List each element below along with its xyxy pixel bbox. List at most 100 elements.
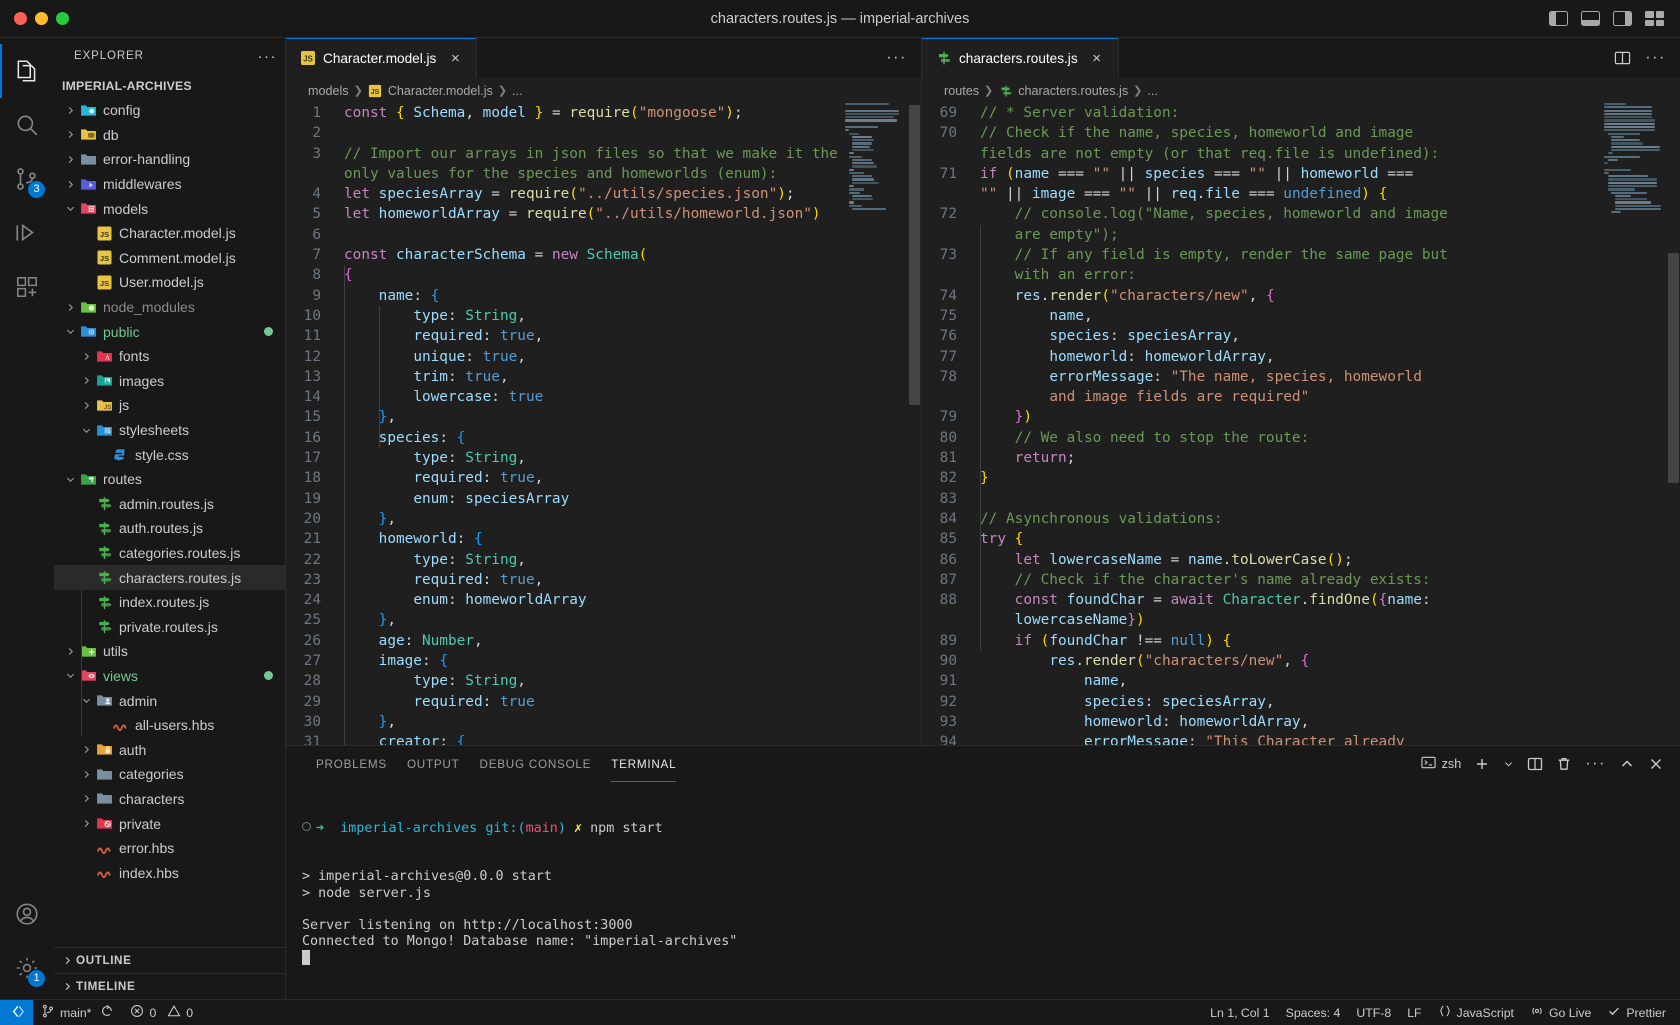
breadcrumb-symbol[interactable]: ... bbox=[512, 84, 523, 98]
panel-tab-problems[interactable]: PROBLEMS bbox=[306, 746, 397, 782]
code-line[interactable]: 76 species: speciesArray, bbox=[922, 326, 1680, 346]
tree-folder-routes[interactable]: routes bbox=[54, 467, 285, 492]
code-line[interactable]: 90 res.render("characters/new", { bbox=[922, 651, 1680, 671]
code-line[interactable]: 2 bbox=[286, 123, 921, 143]
customize-layout-icon[interactable] bbox=[1645, 11, 1664, 26]
terminal-output[interactable]: ➜ imperial-archives git:(main) ✗ npm sta… bbox=[286, 782, 1680, 999]
code-line[interactable]: 83 bbox=[922, 489, 1680, 509]
tree-folder-images[interactable]: images bbox=[54, 369, 285, 394]
sidebar-section-outline[interactable]: OUTLINE bbox=[54, 947, 285, 973]
code-line[interactable]: 79 }) bbox=[922, 407, 1680, 427]
tree-folder-stylesheets[interactable]: stylesheets bbox=[54, 418, 285, 443]
status-problems[interactable]: 0 0 bbox=[122, 1000, 201, 1025]
tree-folder-node-modules[interactable]: node_modules bbox=[54, 295, 285, 320]
toggle-panel-icon[interactable] bbox=[1581, 11, 1600, 26]
breadcrumb-left[interactable]: models ❯ JS Character.model.js ❯ ... bbox=[286, 78, 921, 103]
breadcrumb-file[interactable]: characters.routes.js bbox=[1018, 84, 1128, 98]
status-language-mode[interactable]: JavaScript bbox=[1430, 1000, 1522, 1025]
tree-file-index-routes-js[interactable]: index.routes.js bbox=[54, 590, 285, 615]
activity-accounts[interactable] bbox=[0, 887, 54, 941]
activity-search[interactable] bbox=[0, 98, 54, 152]
code-line[interactable]: 4 let speciesArray = require("../utils/sp… bbox=[286, 184, 921, 204]
vertical-scrollbar-right[interactable] bbox=[1666, 103, 1680, 745]
code-line[interactable]: 15 }, bbox=[286, 407, 921, 427]
file-tree[interactable]: IMPERIAL-ARCHIVES config db error-handling… bbox=[54, 74, 285, 947]
status-eol[interactable]: LF bbox=[1399, 1000, 1429, 1025]
tree-folder-auth[interactable]: auth bbox=[54, 737, 285, 762]
close-panel-icon[interactable] bbox=[1648, 756, 1664, 772]
tree-folder-views[interactable]: views bbox=[54, 664, 285, 689]
breadcrumb-folder[interactable]: models bbox=[308, 84, 349, 98]
code-line[interactable]: 13 trim: true, bbox=[286, 367, 921, 387]
code-line[interactable]: 14 lowercase: true bbox=[286, 387, 921, 407]
close-icon[interactable]: × bbox=[445, 48, 465, 68]
breadcrumb-symbol[interactable]: ... bbox=[1147, 84, 1158, 98]
activity-explorer[interactable] bbox=[0, 44, 54, 98]
code-line[interactable]: 22 type: String, bbox=[286, 550, 921, 570]
code-line[interactable]: 7 const characterSchema = new Schema( bbox=[286, 245, 921, 265]
status-encoding[interactable]: UTF-8 bbox=[1348, 1000, 1399, 1025]
tree-file-style-css[interactable]: style.css bbox=[54, 442, 285, 467]
code-line[interactable]: 17 type: String, bbox=[286, 448, 921, 468]
code-line[interactable]: 85 try { bbox=[922, 529, 1680, 549]
code-line[interactable]: 20 }, bbox=[286, 509, 921, 529]
status-cursor-position[interactable]: Ln 1, Col 1 bbox=[1202, 1000, 1277, 1025]
tree-file-user-model-js[interactable]: JS User.model.js bbox=[54, 270, 285, 295]
tree-file-categories-routes-js[interactable]: categories.routes.js bbox=[54, 541, 285, 566]
toggle-primary-sidebar-icon[interactable] bbox=[1549, 11, 1568, 26]
maximize-panel-icon[interactable] bbox=[1619, 756, 1635, 772]
code-line[interactable]: 86 let lowercaseName = name.toLowerCase(… bbox=[922, 550, 1680, 570]
tree-folder-js[interactable]: JS js bbox=[54, 393, 285, 418]
code-line[interactable]: 72 // console.log("Name, species, homewo… bbox=[922, 204, 1680, 224]
tree-folder-private[interactable]: private bbox=[54, 811, 285, 836]
tree-file-character-model-js[interactable]: JS Character.model.js bbox=[54, 221, 285, 246]
code-line[interactable]: 24 enum: homeworldArray bbox=[286, 590, 921, 610]
breadcrumb-right[interactable]: routes ❯ characters.routes.js ❯ ... bbox=[922, 78, 1680, 103]
kill-terminal-icon[interactable] bbox=[1556, 756, 1572, 772]
breadcrumb-file[interactable]: Character.model.js bbox=[388, 84, 493, 98]
tree-folder-error-handling[interactable]: error-handling bbox=[54, 147, 285, 172]
code-line[interactable]: 18 required: true, bbox=[286, 468, 921, 488]
tree-folder-middlewares[interactable]: middlewares bbox=[54, 172, 285, 197]
tree-folder-db[interactable]: db bbox=[54, 123, 285, 148]
code-line[interactable]: 91 name, bbox=[922, 671, 1680, 691]
chevron-down-icon[interactable] bbox=[1503, 756, 1514, 772]
split-editor-icon[interactable] bbox=[1614, 50, 1631, 66]
code-line[interactable]: 11 required: true, bbox=[286, 326, 921, 346]
tree-folder-config[interactable]: config bbox=[54, 98, 285, 123]
status-prettier[interactable]: Prettier bbox=[1599, 1000, 1674, 1025]
activity-source-control[interactable]: 3 bbox=[0, 152, 54, 206]
status-go-live[interactable]: Go Live bbox=[1522, 1000, 1599, 1025]
code-line[interactable]: 3 // Import our arrays in json files so t… bbox=[286, 144, 921, 164]
code-line[interactable]: 23 required: true, bbox=[286, 570, 921, 590]
panel-tab-output[interactable]: OUTPUT bbox=[397, 746, 470, 782]
code-editor-left[interactable]: 1 const { Schema, model } = require("mong… bbox=[286, 103, 921, 746]
code-line[interactable]: 94 errorMessage: "This Character already bbox=[922, 732, 1680, 745]
tree-folder-categories[interactable]: categories bbox=[54, 762, 285, 787]
code-line[interactable]: 92 species: speciesArray, bbox=[922, 692, 1680, 712]
code-line[interactable]: 12 unique: true, bbox=[286, 347, 921, 367]
code-line[interactable]: 26 age: Number, bbox=[286, 631, 921, 651]
code-line[interactable]: 8{ bbox=[286, 265, 921, 285]
toggle-secondary-sidebar-icon[interactable] bbox=[1613, 11, 1632, 26]
code-line[interactable]: 1 const { Schema, model } = require("mong… bbox=[286, 103, 921, 123]
code-line[interactable]: 29 required: true bbox=[286, 692, 921, 712]
tree-file-all-users-hbs[interactable]: all-users.hbs bbox=[54, 713, 285, 738]
code-line[interactable]: 70 // Check if the name, species, homewor… bbox=[922, 123, 1680, 143]
vertical-scrollbar-left[interactable] bbox=[907, 103, 921, 745]
maximize-window-button[interactable] bbox=[56, 12, 69, 25]
explorer-more-actions[interactable]: ··· bbox=[258, 48, 278, 65]
sidebar-section-timeline[interactable]: TIMELINE bbox=[54, 973, 285, 999]
code-line[interactable]: 31 creator: { bbox=[286, 732, 921, 745]
code-line[interactable]: 77 homeworld: homeworldArray, bbox=[922, 347, 1680, 367]
tree-folder-utils[interactable]: utils bbox=[54, 639, 285, 664]
code-editor-right[interactable]: 69 // * Server validation: 70 // Check if t… bbox=[922, 103, 1680, 746]
code-line[interactable]: 28 type: String, bbox=[286, 671, 921, 691]
code-line[interactable]: 73 // If any field is empty, render the … bbox=[922, 245, 1680, 265]
code-line[interactable]: 93 homeworld: homeworldArray, bbox=[922, 712, 1680, 732]
code-line[interactable]: 80 // We also need to stop the route: bbox=[922, 428, 1680, 448]
code-line[interactable]: 69 // * Server validation: bbox=[922, 103, 1680, 123]
code-line[interactable]: 82} bbox=[922, 468, 1680, 488]
code-line[interactable]: 88 const foundChar = await Character.fin… bbox=[922, 590, 1680, 610]
activity-manage[interactable]: 1 bbox=[0, 941, 54, 995]
